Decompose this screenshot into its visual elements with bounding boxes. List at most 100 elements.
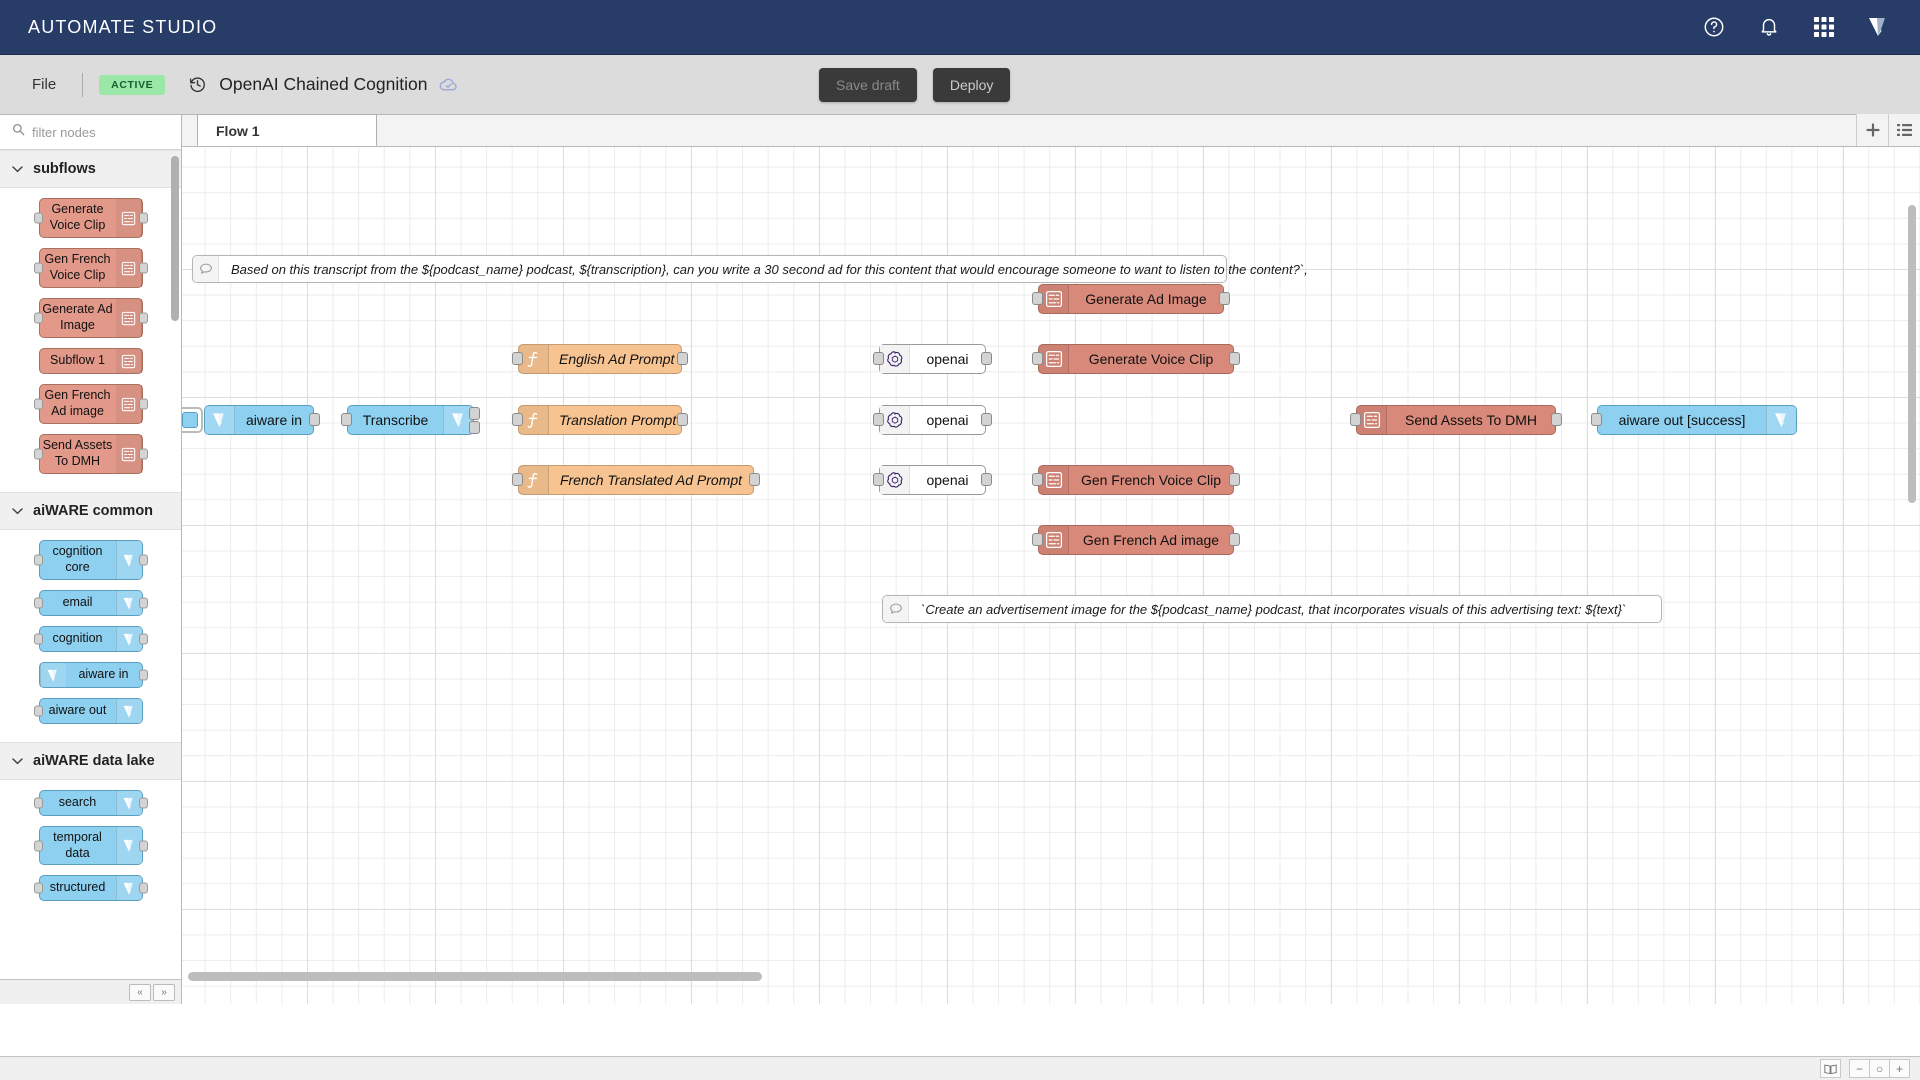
canvas-node-generate-voice-clip[interactable]: Generate Voice Clip <box>1032 344 1240 374</box>
node-input-port[interactable] <box>33 448 43 460</box>
canvas-node-openai-3[interactable]: openai <box>873 465 992 495</box>
node-output-port[interactable] <box>138 840 148 852</box>
node-output-port[interactable] <box>469 421 480 434</box>
canvas-node-aiware-out-success[interactable]: aiware out [success] <box>1591 405 1797 435</box>
node-output-port[interactable] <box>1229 473 1240 486</box>
node-output-port[interactable] <box>1229 533 1240 546</box>
canvas-node-gen-french-voice-clip[interactable]: Gen French Voice Clip <box>1032 465 1240 495</box>
palette-node-gen-french-ad-image[interactable]: Gen French Ad image <box>33 384 148 424</box>
node-input-port[interactable] <box>33 840 43 852</box>
canvas-node-translation-prompt[interactable]: Translation Prompt <box>512 405 688 435</box>
palette-category-aiware-data-lake[interactable]: aiWARE data lake <box>0 742 181 780</box>
palette-node-generate-voice-clip[interactable]: Generate Voice Clip <box>33 198 148 238</box>
node-input-port[interactable] <box>873 413 884 426</box>
node-output-port[interactable] <box>138 882 148 894</box>
node-input-port[interactable] <box>873 473 884 486</box>
canvas-comment-ad-image[interactable]: `Create an advertisement image for the $… <box>882 595 1662 623</box>
zoom-out-button[interactable]: − <box>1849 1059 1870 1078</box>
tab-flow-1[interactable]: Flow 1 <box>197 114 377 146</box>
node-input-port[interactable] <box>33 597 43 609</box>
node-output-port[interactable] <box>138 669 148 681</box>
palette-node-search[interactable]: search <box>33 790 148 816</box>
palette-node-generate-ad-image[interactable]: Generate Ad Image <box>33 298 148 338</box>
filter-nodes-input[interactable] <box>32 124 162 140</box>
zoom-in-button[interactable]: + <box>1889 1059 1910 1078</box>
node-input-port[interactable] <box>33 398 43 410</box>
node-input-port[interactable] <box>512 473 523 486</box>
plus-icon[interactable] <box>1856 114 1888 146</box>
canvas-node-transcribe[interactable]: Transcribe <box>341 405 480 435</box>
node-output-port[interactable] <box>981 413 992 426</box>
node-input-port[interactable] <box>33 262 43 274</box>
help-icon[interactable] <box>1701 14 1727 40</box>
node-output-port[interactable] <box>138 554 148 566</box>
toggle-sidebar-button[interactable] <box>1820 1059 1841 1078</box>
node-output-port[interactable] <box>138 262 148 274</box>
save-draft-button[interactable]: Save draft <box>819 68 917 102</box>
veritone-logo-icon[interactable] <box>1866 14 1892 40</box>
node-output-port[interactable] <box>138 212 148 224</box>
node-output-port[interactable] <box>1219 292 1230 305</box>
canvas-node-english-ad-prompt[interactable]: English Ad Prompt <box>512 344 688 374</box>
node-output-port[interactable] <box>677 352 688 365</box>
node-output-port[interactable] <box>1551 413 1562 426</box>
node-input-port[interactable] <box>1032 292 1043 305</box>
node-output-port[interactable] <box>138 398 148 410</box>
node-input-port[interactable] <box>1032 352 1043 365</box>
node-output-port[interactable] <box>138 633 148 645</box>
canvas-node-send-assets-to-dmh[interactable]: Send Assets To DMH <box>1350 405 1562 435</box>
canvas-node-openai-1[interactable]: openai <box>873 344 992 374</box>
canvas-node-french-translated-ad-prompt[interactable]: French Translated Ad Prompt <box>512 465 760 495</box>
node-output-port[interactable] <box>138 448 148 460</box>
canvas-node-openai-2[interactable]: openai <box>873 405 992 435</box>
node-output-port[interactable] <box>981 473 992 486</box>
node-output-port[interactable] <box>1229 352 1240 365</box>
node-input-port[interactable] <box>512 413 523 426</box>
palette-node-aiware-out[interactable]: aiware out <box>33 698 143 724</box>
collapse-all-button[interactable]: « <box>129 983 151 1001</box>
node-input-port[interactable] <box>33 705 43 717</box>
palette-scroll-area[interactable]: subflows Generate Voice Clip Gen French Vo… <box>0 150 181 979</box>
node-input-port[interactable] <box>512 352 523 365</box>
palette-node-cognition-core[interactable]: cognition core <box>33 540 148 580</box>
node-input-port[interactable] <box>33 797 43 809</box>
canvas-vertical-scrollbar[interactable] <box>1908 205 1916 503</box>
node-output-port[interactable] <box>309 413 320 426</box>
node-input-port[interactable] <box>33 554 43 566</box>
notifications-bell-icon[interactable] <box>1756 14 1782 40</box>
app-grid-icon[interactable] <box>1811 14 1837 40</box>
node-output-port[interactable] <box>138 597 148 609</box>
node-input-port[interactable] <box>1032 533 1043 546</box>
palette-node-temporal-data[interactable]: temporal data <box>33 826 148 866</box>
expand-all-button[interactable]: » <box>153 983 175 1001</box>
node-output-port[interactable] <box>677 413 688 426</box>
palette-node-subflow-1[interactable]: Subflow 1 <box>38 348 143 374</box>
node-input-port[interactable] <box>33 633 43 645</box>
node-output-port[interactable] <box>469 407 480 420</box>
canvas-comment-english-ad[interactable]: Based on this transcript from the ${podc… <box>192 255 1308 283</box>
palette-node-gen-french-voice-clip[interactable]: Gen French Voice Clip <box>33 248 148 288</box>
zoom-reset-button[interactable]: ○ <box>1869 1059 1890 1078</box>
palette-category-aiware-common[interactable]: aiWARE common <box>0 492 181 530</box>
node-input-port[interactable] <box>341 413 352 426</box>
node-input-port[interactable] <box>1350 413 1361 426</box>
palette-scrollbar-thumb[interactable] <box>171 156 179 321</box>
node-input-port[interactable] <box>33 882 43 894</box>
node-output-port[interactable] <box>138 312 148 324</box>
canvas-horizontal-scrollbar[interactable] <box>188 972 762 981</box>
node-input-port[interactable] <box>33 212 43 224</box>
canvas-node-gen-french-ad-image[interactable]: Gen French Ad image <box>1032 525 1240 555</box>
palette-node-structured[interactable]: structured <box>33 875 148 902</box>
node-input-port[interactable] <box>1591 413 1602 426</box>
flow-canvas[interactable]: aiware in Transcribe English Ad Prompt Tran… <box>182 147 1920 1004</box>
node-input-port[interactable] <box>33 312 43 324</box>
canvas-node-generate-ad-image[interactable]: Generate Ad Image <box>1032 284 1230 314</box>
node-input-port[interactable] <box>1032 473 1043 486</box>
palette-node-send-assets-to-dmh[interactable]: Send Assets To DMH <box>33 434 148 474</box>
palette-category-subflows[interactable]: subflows <box>0 150 181 188</box>
node-input-port[interactable] <box>873 352 884 365</box>
palette-node-email[interactable]: email <box>33 590 148 616</box>
file-menu-button[interactable]: File <box>22 71 66 98</box>
palette-node-cognition[interactable]: cognition <box>33 626 148 652</box>
node-output-port[interactable] <box>138 797 148 809</box>
